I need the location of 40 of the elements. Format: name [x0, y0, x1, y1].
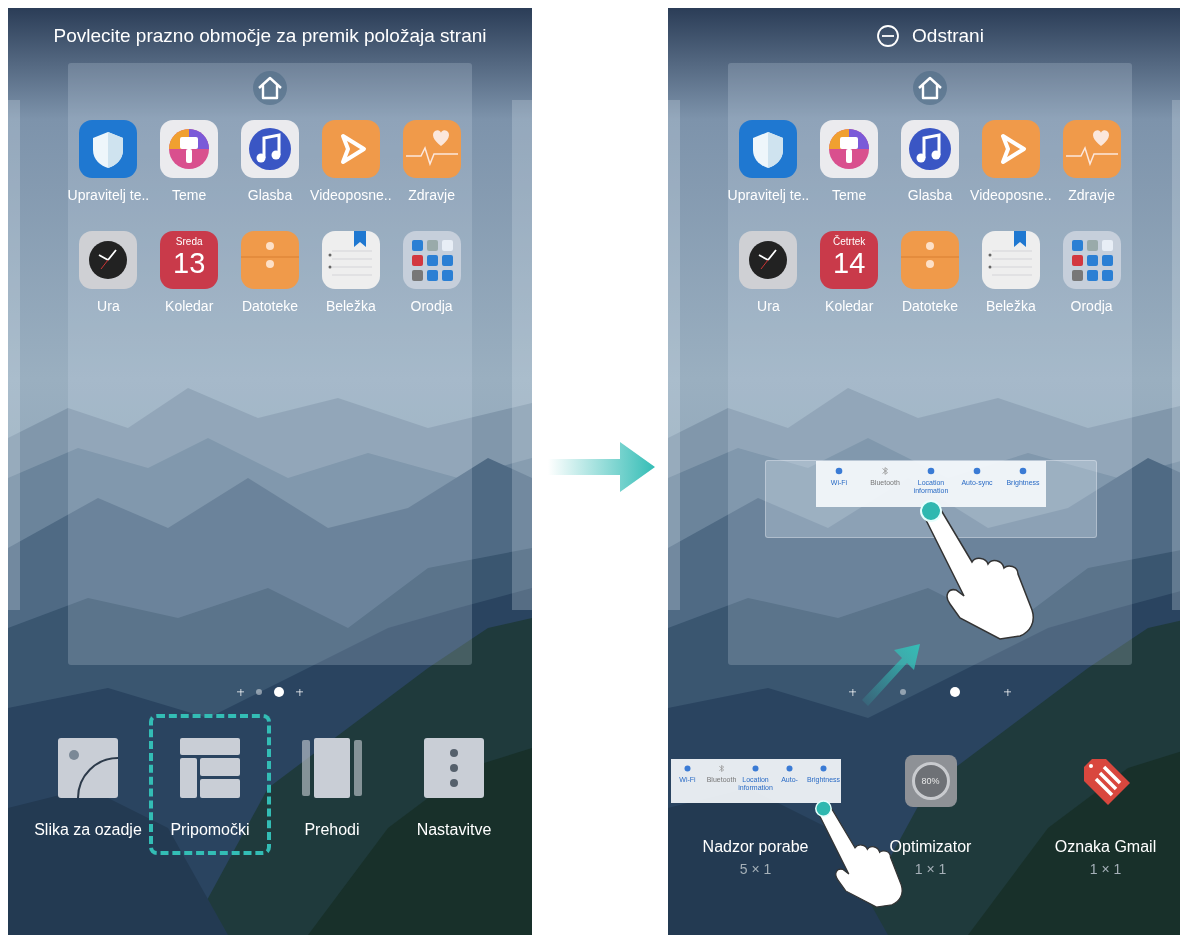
calendar-day: Četrtek — [833, 236, 866, 247]
edit-option[interactable]: Pripomočki — [149, 714, 271, 855]
widget-name: Oznaka Gmail — [1054, 838, 1157, 856]
widget-size: 1 × 1 — [914, 861, 947, 877]
app-label: Ura — [97, 297, 120, 315]
edit-option[interactable]: Prehodi — [271, 714, 393, 855]
app-label: Koledar — [825, 297, 874, 315]
widget-name: Nadzor porabe — [702, 838, 809, 856]
calendar-icon[interactable]: Četrtek 14 — [820, 231, 879, 289]
app-label: Beležka — [985, 297, 1036, 315]
calendar-icon[interactable]: Sreda 13 — [160, 231, 219, 289]
app-label: Teme — [832, 186, 867, 204]
app-label: Glasba — [907, 186, 953, 204]
app-label: Teme — [172, 186, 207, 204]
widget-name: Optimizator — [889, 838, 972, 856]
app-label: Orodja — [410, 297, 453, 315]
optimizer-reading: 80% — [911, 762, 950, 800]
app-label: Datoteke — [901, 297, 958, 315]
app-label: Videoposne.. — [970, 186, 1052, 204]
edit-option[interactable]: Nastavitve — [393, 714, 515, 855]
edit-option[interactable]: Slika za ozadje — [27, 714, 149, 855]
hint-text: Povlecite prazno območje za premik položaja strani — [53, 24, 487, 47]
widget-size: 5 × 1 — [739, 861, 772, 877]
calendar-date: 13 — [173, 247, 206, 279]
app-label: Koledar — [165, 297, 214, 315]
app-label: Orodja — [1070, 297, 1113, 315]
optimizer-widget[interactable]: 80% — [904, 755, 957, 807]
app-label: Ura — [757, 297, 780, 315]
app-label: Datoteke — [241, 297, 298, 315]
calendar-day: Sreda — [175, 236, 203, 247]
app-label: Beležka — [325, 297, 376, 315]
app-label: Zdravje — [1068, 186, 1115, 204]
app-label: Upravitelj te.. — [67, 186, 150, 204]
remove-button[interactable]: Odstrani — [876, 23, 984, 48]
app-label: Videoposne.. — [310, 186, 392, 204]
app-label: Zdravje — [408, 186, 455, 204]
app-label: Glasba — [247, 186, 293, 204]
widget-size: 1 × 1 — [1089, 861, 1122, 877]
app-label: Upravitelj te.. — [727, 186, 810, 204]
calendar-date: 14 — [833, 247, 866, 279]
